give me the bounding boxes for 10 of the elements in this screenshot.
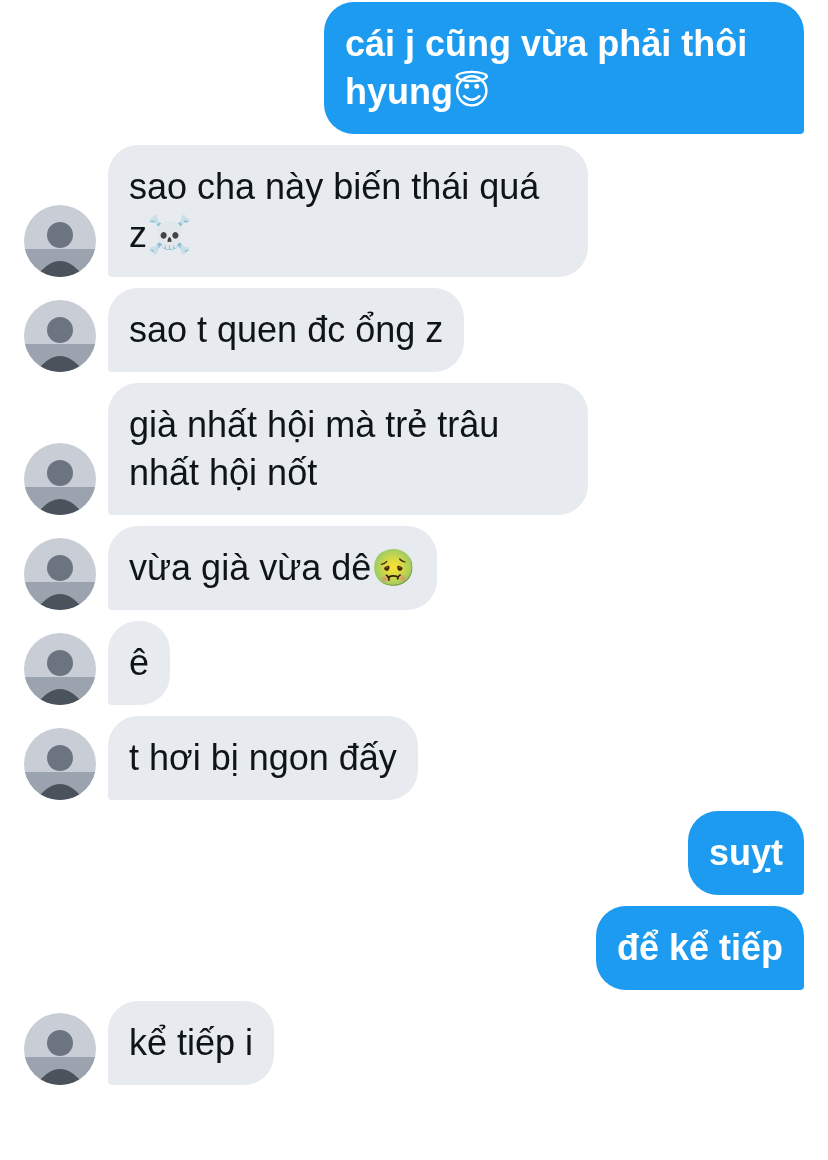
message-bubble: để kể tiếp [595,906,804,990]
message-bubble: sao cha này biến thái quá z☠ [108,145,588,277]
message-bubble: suỵt [687,811,804,895]
message-bubble: kể tiếp i [108,1001,275,1085]
message-bubble: cái j cũng vừa phải thôi hyung😇 [324,2,804,134]
message-bubble: vừa già vừa dê🤢 [108,526,438,610]
message-bubble: già nhất hội mà trẻ trâu nhất hội nốt [108,383,588,515]
message-bubble: t hơi bị ngon đấy [108,716,418,800]
message-bubble: sao t quen đc ổng z [108,288,465,372]
message-bubble: ê [108,621,171,705]
